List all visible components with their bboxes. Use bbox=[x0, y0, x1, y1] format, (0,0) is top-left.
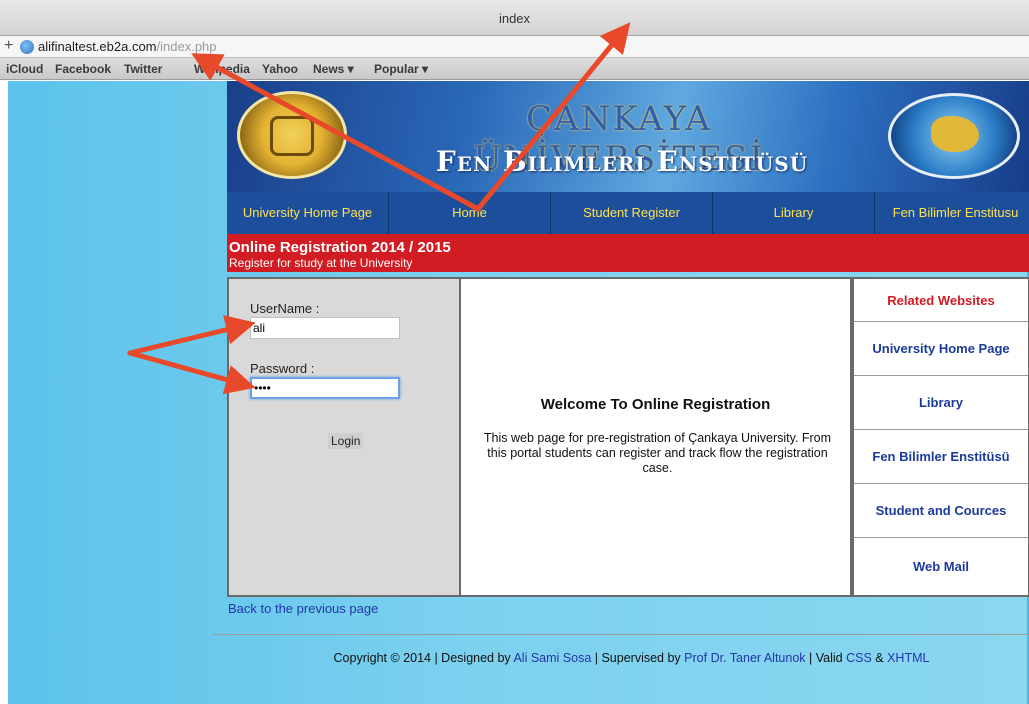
login-panel: UserName : Password : Login bbox=[227, 277, 459, 597]
university-banner: ÇANKAYA ÜNİVERSİTESİ Fen Bilimleri Ensti… bbox=[227, 81, 1029, 192]
registration-header: Online Registration 2014 / 2015 Register… bbox=[227, 234, 1029, 272]
xhtml-link[interactable]: XHTML bbox=[887, 651, 929, 665]
bookmarks-bar: iCloud Facebook Twitter Wikipedia Yahoo … bbox=[0, 58, 1029, 80]
related-websites-panel: Related Websites University Home Page Li… bbox=[852, 277, 1029, 597]
web-page: ÇANKAYA ÜNİVERSİTESİ Fen Bilimleri Ensti… bbox=[8, 81, 1029, 704]
window-title: index bbox=[498, 11, 531, 26]
footer-amp: & bbox=[871, 651, 888, 665]
globe-land bbox=[931, 116, 979, 152]
bookmark-news[interactable]: News ▾ bbox=[313, 62, 354, 76]
bookmark-icloud[interactable]: iCloud bbox=[6, 62, 43, 76]
password-input[interactable] bbox=[250, 377, 400, 399]
address-bar[interactable]: + alifinaltest.eb2a.com/index.php bbox=[0, 36, 1029, 58]
nav-fen-bilimler[interactable]: Fen Bilimler Enstitusu bbox=[875, 192, 1029, 234]
footer: Copyright © 2014 | Designed by Ali Sami … bbox=[227, 651, 1029, 665]
window-titlebar: index bbox=[0, 0, 1029, 36]
related-link-university-home[interactable]: University Home Page bbox=[854, 322, 1028, 376]
university-seal-logo bbox=[237, 91, 347, 179]
footer-divider bbox=[213, 634, 1029, 635]
add-tab-icon[interactable]: + bbox=[4, 37, 13, 55]
url-field[interactable]: alifinaltest.eb2a.com/index.php bbox=[38, 39, 217, 54]
footer-copyright: Copyright © 2014 | Designed by bbox=[333, 651, 514, 665]
welcome-title: Welcome To Online Registration bbox=[540, 396, 771, 413]
related-link-student-cources[interactable]: Student and Cources bbox=[854, 484, 1028, 538]
nav-student-register[interactable]: Student Register bbox=[551, 192, 713, 234]
supervisor-link[interactable]: Prof Dr. Taner Altunok bbox=[684, 651, 805, 665]
registration-title: Online Registration 2014 / 2015 bbox=[229, 239, 451, 256]
url-host: alifinaltest.eb2a.com bbox=[38, 39, 157, 54]
bookmark-popular[interactable]: Popular ▾ bbox=[374, 62, 428, 76]
username-input[interactable] bbox=[250, 317, 400, 339]
login-button[interactable]: Login bbox=[328, 433, 364, 449]
seal-emblem bbox=[270, 116, 314, 156]
bookmark-facebook[interactable]: Facebook bbox=[55, 62, 111, 76]
username-label: UserName : bbox=[250, 301, 320, 316]
nav-library[interactable]: Library bbox=[713, 192, 875, 234]
banner-institute-name: Fen Bilimleri Enstitüsü bbox=[435, 145, 809, 178]
nav-university-home[interactable]: University Home Page bbox=[227, 192, 389, 234]
registration-subtitle: Register for study at the University bbox=[229, 256, 413, 270]
password-label: Password : bbox=[250, 361, 315, 376]
welcome-text: This web page for pre-registration of Ça… bbox=[483, 431, 832, 475]
related-websites-heading: Related Websites bbox=[854, 279, 1028, 322]
main-nav: University Home Page Home Student Regist… bbox=[227, 192, 1029, 234]
bookmark-twitter[interactable]: Twitter bbox=[124, 62, 162, 76]
globe-icon bbox=[20, 40, 34, 54]
related-link-library[interactable]: Library bbox=[854, 376, 1028, 430]
bookmark-wikipedia[interactable]: Wikipedia bbox=[194, 62, 250, 76]
css-link[interactable]: CSS bbox=[846, 651, 872, 665]
related-link-fen-bilimler[interactable]: Fen Bilimler Enstitüsü bbox=[854, 430, 1028, 484]
url-path: /index.php bbox=[156, 39, 217, 54]
institute-globe-logo bbox=[888, 93, 1020, 179]
bookmark-yahoo[interactable]: Yahoo bbox=[262, 62, 298, 76]
back-link[interactable]: Back to the previous page bbox=[228, 601, 378, 616]
footer-valid: | Valid bbox=[805, 651, 847, 665]
welcome-panel: Welcome To Online Registration This web … bbox=[459, 277, 852, 597]
nav-home[interactable]: Home bbox=[389, 192, 551, 234]
designer-link[interactable]: Ali Sami Sosa bbox=[513, 651, 591, 665]
footer-supervised: | Supervised by bbox=[591, 651, 685, 665]
related-link-web-mail[interactable]: Web Mail bbox=[854, 538, 1028, 595]
